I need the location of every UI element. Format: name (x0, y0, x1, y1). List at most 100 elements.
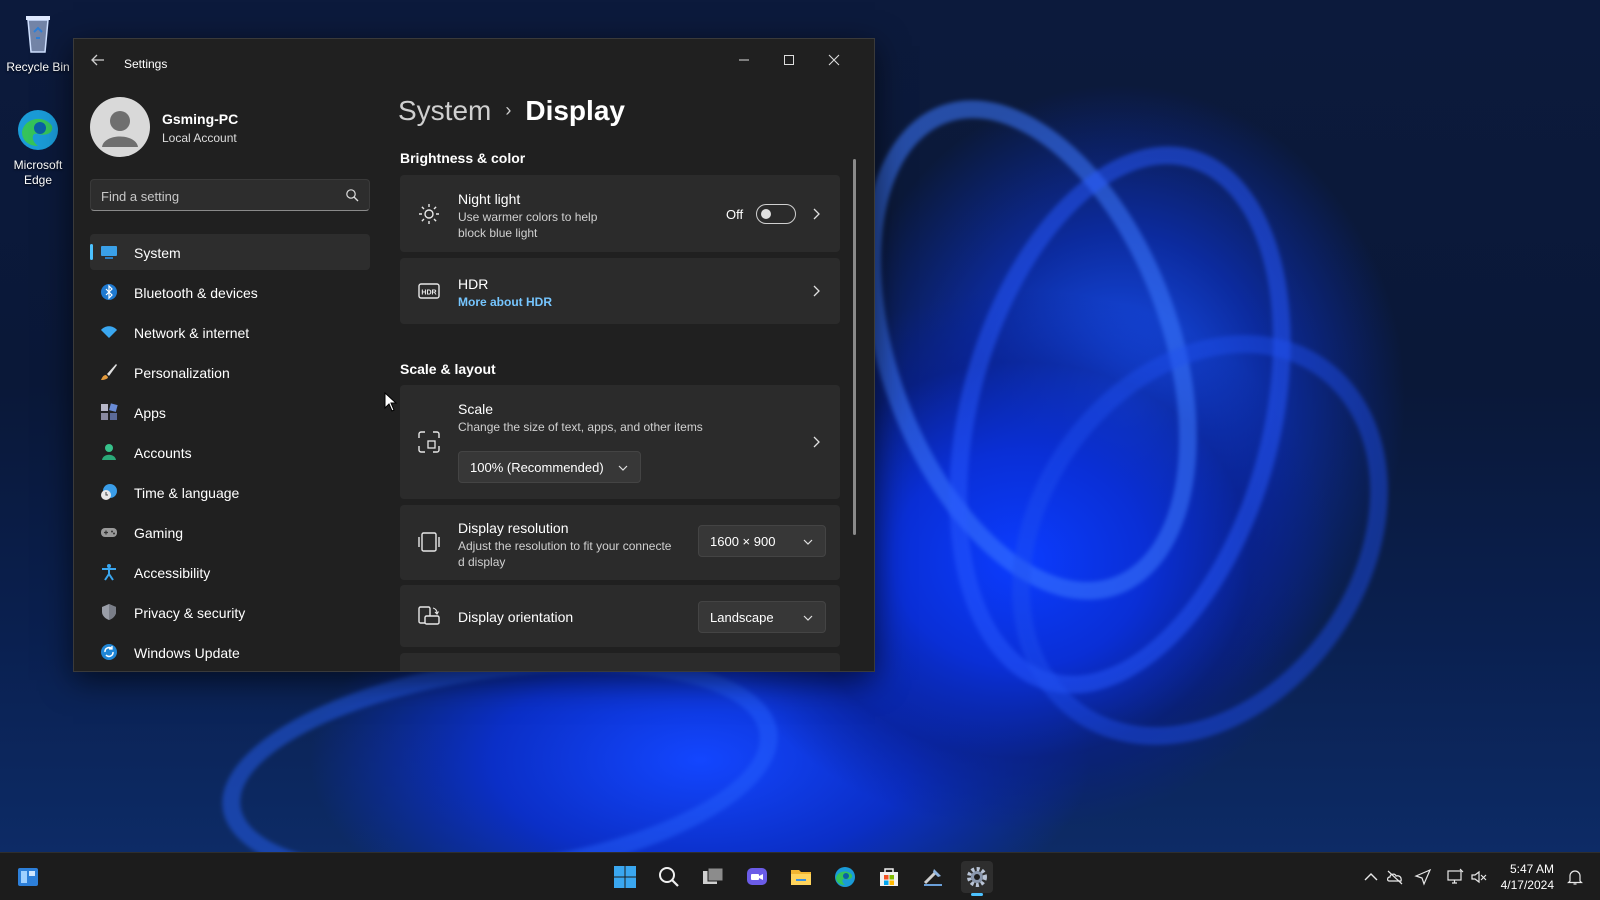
file-explorer-button[interactable] (785, 861, 817, 893)
next-setting-card[interactable] (400, 653, 840, 671)
minimize-icon (739, 59, 749, 61)
close-button[interactable] (814, 47, 854, 73)
hdr-learn-more-link[interactable]: More about HDR (458, 295, 552, 309)
close-icon (828, 54, 840, 66)
breadcrumb: System › Display (398, 95, 625, 127)
store-button[interactable] (873, 861, 905, 893)
night-light-card[interactable]: Night light Use warmer colors to help bl… (400, 175, 840, 252)
clock-date: 4/17/2024 (1500, 878, 1554, 892)
onedrive-offline-icon[interactable] (1386, 868, 1404, 886)
brush-icon (101, 364, 117, 380)
sidebar-item-time-language[interactable]: Time & language (90, 474, 370, 510)
search-input[interactable] (101, 186, 331, 206)
user-avatar-icon (102, 111, 138, 147)
sidebar-item-label: Windows Update (134, 645, 240, 661)
scale-dropdown[interactable]: 100% (Recommended) (458, 451, 641, 483)
sidebar-item-windows-update[interactable]: Windows Update (90, 634, 370, 670)
maximize-icon (784, 55, 794, 65)
resolution-icon (418, 532, 440, 552)
sidebar-item-label: Accessibility (134, 565, 211, 581)
windows-update-icon (101, 644, 117, 660)
desktop-icon-label: Recycle Bin (6, 60, 70, 74)
settings-icon (967, 867, 987, 887)
accessibility-icon (102, 564, 116, 581)
title-bar[interactable]: Settings (74, 39, 874, 87)
sidebar-item-label: System (134, 245, 181, 261)
tool-app-button[interactable] (917, 861, 949, 893)
sidebar-item-personalization[interactable]: Personalization (90, 354, 370, 390)
start-button[interactable] (609, 861, 641, 893)
svg-text:HDR: HDR (421, 290, 436, 297)
section-heading-brightness: Brightness & color (400, 150, 526, 166)
display-resolution-title: Display resolution (458, 520, 569, 536)
chevron-right-icon[interactable] (810, 208, 822, 220)
display-orientation-dropdown[interactable]: Landscape (698, 601, 826, 633)
file-explorer-icon (791, 870, 811, 885)
scale-card[interactable]: Scale Change the size of text, apps, and… (400, 385, 840, 499)
display-resolution-subtitle: Adjust the resolution to fit your connec… (458, 539, 672, 553)
chat-button[interactable] (741, 861, 773, 893)
volume-muted-icon[interactable] (1470, 868, 1488, 886)
search-box[interactable] (90, 179, 370, 211)
section-heading-scale-layout: Scale & layout (400, 361, 496, 377)
maximize-button[interactable] (769, 47, 809, 73)
notification-bell-icon[interactable] (1566, 868, 1584, 886)
clock[interactable]: 5:47 AM 4/17/2024 (1501, 861, 1554, 893)
chevron-down-icon (803, 539, 813, 545)
content-scrollbar[interactable] (853, 159, 856, 535)
time-language-icon (101, 484, 117, 500)
sidebar-item-privacy[interactable]: Privacy & security (90, 594, 370, 630)
system-icon (101, 246, 117, 259)
display-resolution-dropdown[interactable]: 1600 × 900 (698, 525, 826, 557)
sidebar-item-label: Apps (134, 405, 166, 421)
account-type: Local Account (162, 131, 237, 145)
clock-time: 5:47 AM (1509, 862, 1554, 876)
chevron-right-icon[interactable] (810, 285, 822, 297)
night-light-subtitle: Use warmer colors to help (458, 210, 598, 224)
apps-icon (101, 403, 118, 420)
recycle-bin-icon (14, 8, 62, 56)
taskbar-search-button[interactable] (653, 861, 685, 893)
sidebar-item-accessibility[interactable]: Accessibility (90, 554, 370, 590)
display-resolution-value: 1600 × 900 (710, 534, 776, 549)
chevron-down-icon (618, 465, 628, 471)
sidebar-item-system[interactable]: System (90, 234, 370, 270)
hdr-card[interactable]: HDR HDR More about HDR (400, 258, 840, 324)
page-title: Display (525, 95, 625, 126)
sidebar-item-bluetooth[interactable]: Bluetooth & devices (90, 274, 370, 310)
settings-button[interactable] (961, 861, 993, 896)
sidebar-item-network[interactable]: Network & internet (90, 314, 370, 350)
edge-button[interactable] (829, 861, 861, 893)
avatar[interactable] (90, 97, 150, 157)
night-light-toggle[interactable] (756, 204, 796, 224)
edge-icon (14, 106, 62, 154)
chat-icon (747, 868, 767, 885)
mouse-cursor-icon (384, 392, 398, 412)
tool-icon (923, 869, 942, 886)
settings-window: Settings Gsming-PC Local Account System (73, 38, 875, 672)
desktop-icon-edge[interactable]: Microsoft Edge (2, 106, 74, 188)
hdr-icon: HDR (418, 283, 440, 299)
sidebar-item-label: Time & language (134, 485, 240, 501)
sidebar-item-label: Personalization (134, 365, 230, 381)
location-icon[interactable] (1414, 868, 1432, 886)
widgets-button[interactable] (12, 861, 44, 893)
sidebar-item-apps[interactable]: Apps (90, 394, 370, 430)
network-icon[interactable] (1446, 868, 1464, 886)
breadcrumb-parent[interactable]: System (398, 95, 491, 126)
brightness-icon (419, 204, 439, 224)
scale-subtitle: Change the size of text, apps, and other… (458, 420, 703, 434)
sidebar-item-gaming[interactable]: Gaming (90, 514, 370, 550)
task-view-button[interactable] (697, 861, 729, 893)
minimize-button[interactable] (724, 47, 764, 73)
gamepad-icon (101, 528, 117, 537)
chevron-right-icon[interactable] (810, 436, 822, 448)
desktop-icon-recycle-bin[interactable]: Recycle Bin (2, 8, 74, 75)
sidebar-item-accounts[interactable]: Accounts (90, 434, 370, 470)
store-icon (880, 868, 898, 886)
display-resolution-card: Display resolution Adjust the resolution… (400, 505, 840, 580)
hdr-title: HDR (458, 276, 489, 292)
back-button[interactable] (88, 53, 108, 73)
sidebar-item-label: Privacy & security (134, 605, 246, 621)
chevron-up-icon[interactable] (1362, 868, 1380, 886)
